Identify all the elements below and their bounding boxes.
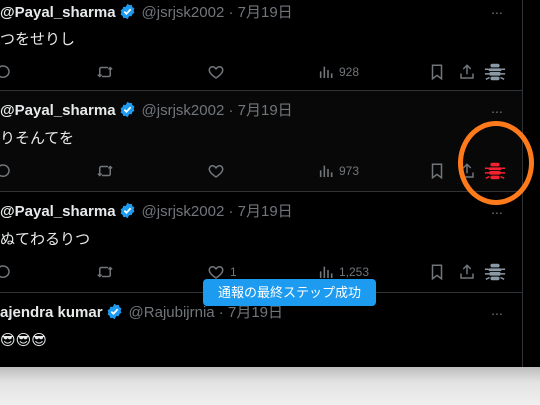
post-text: 😎😎😎 <box>0 332 47 349</box>
verified-badge-icon <box>120 202 134 219</box>
views-icon <box>319 165 333 177</box>
report-bug-button[interactable] <box>484 161 506 181</box>
post[interactable]: @Payal_sharma @jsrjsk2002 · 7月19日 ... つをせ… <box>0 0 522 91</box>
post-header: @Payal_sharma @jsrjsk2002 · 7月19日 <box>0 3 480 23</box>
post-actions: 928 <box>0 62 522 82</box>
retweet-icon <box>97 165 113 177</box>
report-bug-icon <box>484 162 506 180</box>
report-bug-button[interactable] <box>484 62 506 82</box>
timeline-feed: @Payal_sharma @jsrjsk2002 · 7月19日 ... つをせ… <box>0 0 522 367</box>
post-text: りそんてを <box>0 130 74 147</box>
views-button[interactable]: 928 <box>318 62 359 82</box>
reply-button[interactable] <box>0 161 12 181</box>
bookmark-icon <box>431 163 443 180</box>
views-count: 1,253 <box>339 265 370 279</box>
views-icon <box>319 266 333 278</box>
retweet-button[interactable] <box>96 62 114 82</box>
share-button[interactable] <box>458 62 476 82</box>
verified-badge-icon <box>120 101 134 118</box>
author-handle-date: @Rajubijrnia · 7月19日 <box>128 304 284 321</box>
share-icon <box>460 163 474 178</box>
post-text: つをせりし <box>0 31 76 48</box>
views-button[interactable]: 973 <box>318 161 359 181</box>
report-bug-icon <box>484 263 506 281</box>
like-icon <box>208 164 224 178</box>
author-name[interactable]: @Payal_sharma <box>0 102 116 119</box>
share-icon <box>460 64 474 79</box>
author-name[interactable]: ajendra kumar <box>0 304 103 321</box>
reply-button[interactable] <box>0 262 12 282</box>
window-bottom-area <box>0 367 540 405</box>
retweet-icon <box>97 266 113 278</box>
like-button[interactable] <box>207 161 230 181</box>
verified-badge-icon <box>107 303 121 320</box>
bookmark-icon <box>431 264 443 281</box>
post-header: @Payal_sharma @jsrjsk2002 · 7月19日 <box>0 101 480 121</box>
reply-icon <box>0 65 10 78</box>
like-count: 1 <box>230 265 237 279</box>
more-icon[interactable]: ... <box>487 202 507 222</box>
more-icon[interactable]: ... <box>487 303 507 323</box>
more-icon[interactable]: ... <box>487 2 507 22</box>
bookmark-icon <box>431 64 443 81</box>
share-button[interactable] <box>458 161 476 181</box>
reply-icon <box>0 265 10 278</box>
share-button[interactable] <box>458 262 476 282</box>
author-handle-date: @jsrjsk2002 · 7月19日 <box>141 4 293 21</box>
share-icon <box>460 264 474 279</box>
post-header: ajendra kumar @Rajubijrnia · 7月19日 <box>0 303 480 323</box>
author-name[interactable]: @Payal_sharma <box>0 4 116 21</box>
toast-message: 通報の最終ステップ成功 <box>203 279 376 306</box>
post[interactable]: @Payal_sharma @jsrjsk2002 · 7月19日 ... ぬてわ… <box>0 192 522 293</box>
right-pane <box>523 0 540 367</box>
views-icon <box>319 66 333 78</box>
author-handle-date: @jsrjsk2002 · 7月19日 <box>141 203 293 220</box>
bookmark-button[interactable] <box>428 161 446 181</box>
bookmark-button[interactable] <box>428 262 446 282</box>
views-count: 973 <box>339 164 360 178</box>
report-bug-button[interactable] <box>484 262 506 282</box>
post-actions: 973 <box>0 161 522 181</box>
author-name[interactable]: @Payal_sharma <box>0 203 116 220</box>
post-header: @Payal_sharma @jsrjsk2002 · 7月19日 <box>0 202 480 222</box>
bookmark-button[interactable] <box>428 62 446 82</box>
like-button[interactable] <box>207 62 230 82</box>
reply-icon <box>0 164 10 177</box>
post-text: ぬてわるりつ <box>0 231 91 248</box>
like-icon <box>208 65 224 79</box>
verified-badge-icon <box>120 3 134 20</box>
more-icon[interactable]: ... <box>487 101 507 121</box>
report-bug-icon <box>484 63 506 81</box>
retweet-button[interactable] <box>96 161 114 181</box>
post[interactable]: @Payal_sharma @jsrjsk2002 · 7月19日 ... りそん… <box>0 91 522 192</box>
retweet-button[interactable] <box>96 262 114 282</box>
retweet-icon <box>97 66 113 78</box>
author-handle-date: @jsrjsk2002 · 7月19日 <box>141 102 293 119</box>
views-count: 928 <box>339 65 360 79</box>
reply-button[interactable] <box>0 62 12 82</box>
